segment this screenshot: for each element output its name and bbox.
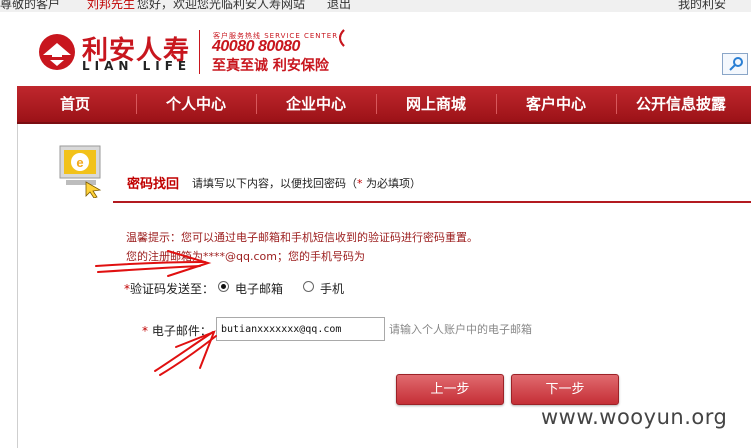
title-divider (113, 201, 751, 203)
nav-separator (136, 94, 137, 114)
radio-phone[interactable] (303, 281, 314, 292)
svg-text:e: e (76, 155, 83, 170)
service-hotline-number: 40080 80080 (212, 38, 300, 55)
radio-phone-label[interactable]: 手机 (320, 280, 344, 297)
page-subtitle-suffix: 为必填项） (362, 177, 421, 190)
signal-waves-icon (339, 29, 345, 47)
email-label: * 电子邮件： (142, 322, 212, 339)
email-field[interactable] (216, 317, 385, 341)
e-service-icon: e (59, 145, 102, 198)
page-subtitle: 请填写以下内容，以便找回密码（* 为必填项） (192, 175, 421, 191)
next-step-button[interactable]: 下一步 (511, 374, 619, 405)
nav-separator (256, 94, 257, 114)
main-nav: 首页 个人中心 企业中心 网上商城 客户中心 公开信息披露 (17, 86, 751, 124)
brand-name-en: LIAN LIFE (82, 59, 192, 73)
lian-logo-icon (39, 34, 75, 70)
top-greeting-bar: 尊敬的客户 刘邦先生 您好，欢迎您光临利安人寿网站 退出 我的利安 (0, 0, 751, 12)
logout-link[interactable]: 退出 (327, 0, 351, 12)
radio-email-label[interactable]: 电子邮箱 (235, 280, 283, 297)
email-required-star: * (142, 324, 148, 338)
watermark: www.wooyun.org (541, 405, 728, 429)
send-to-label: *验证码发送至： (124, 280, 214, 297)
nav-enterprise-center[interactable]: 企业中心 (276, 86, 356, 122)
send-to-text: 验证码发送至： (130, 282, 215, 296)
radio-email[interactable] (218, 281, 229, 292)
help-search-button[interactable] (722, 53, 748, 75)
my-lian-link[interactable]: 我的利安 (678, 0, 726, 12)
prev-step-button[interactable]: 上一步 (396, 374, 504, 405)
nav-home[interactable]: 首页 (35, 86, 115, 122)
customer-name: 刘邦先生 (87, 0, 136, 11)
email-label-text: 电子邮件： (151, 324, 212, 338)
nav-public-disclosure[interactable]: 公开信息披露 (626, 86, 736, 122)
nav-separator (376, 94, 377, 114)
brand-slogan: 至真至诚 利安保险 (212, 58, 329, 74)
registered-contact-info: 您的注册邮箱为****@qq.com；您的手机号码为 (126, 250, 365, 263)
nav-customer-center[interactable]: 客户中心 (516, 86, 596, 122)
greeting-prefix: 尊敬的客户 (0, 0, 61, 11)
email-hint: 请输入个人账户中的电子邮箱 (389, 323, 532, 336)
reset-tip: 温馨提示：您可以通过电子邮箱和手机短信收到的验证码进行密码重置。 (126, 231, 478, 244)
nav-online-mall[interactable]: 网上商城 (396, 86, 476, 122)
search-key-icon (729, 57, 743, 71)
nav-personal-center[interactable]: 个人中心 (156, 86, 236, 122)
page-subtitle-prefix: 请填写以下内容，以便找回密码（ (192, 177, 357, 190)
greeting-suffix: 您好，欢迎您光临利安人寿网站 (137, 0, 306, 11)
nav-separator (496, 94, 497, 114)
header-divider (199, 30, 200, 74)
nav-separator (616, 94, 617, 114)
page-title: 密码找回 (127, 177, 180, 192)
